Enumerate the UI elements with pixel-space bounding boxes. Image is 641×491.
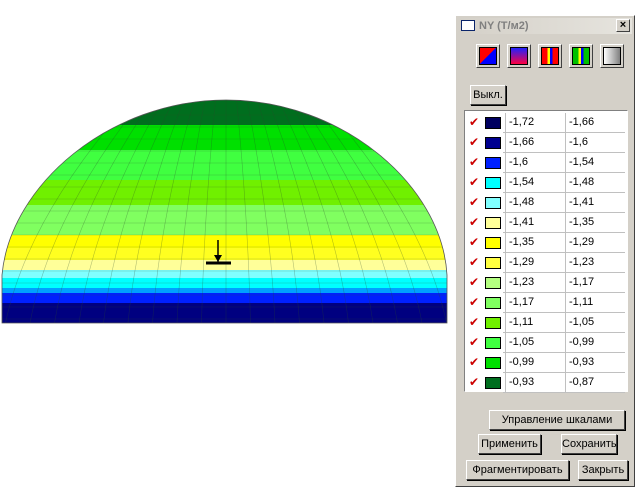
scheme-red-yellow-blue-icon	[541, 47, 559, 65]
legend-row[interactable]: ✔ -0,93 -0,87	[467, 373, 625, 393]
scheme-button-1[interactable]	[476, 44, 500, 68]
legend-row-divider	[503, 392, 625, 393]
legend-range-from[interactable]: -1,66	[505, 133, 565, 152]
scheme-grayscale-icon	[603, 47, 621, 65]
scale-control-button[interactable]: Управление шкалами	[489, 410, 625, 430]
legend-range-from[interactable]: -1,05	[505, 333, 565, 352]
scale-legend-window: NY (T/м2) × Выкл. ✔ -1,72 -1,66 ✔ -1,66 -1,6 ✔…	[455, 15, 635, 487]
legend-color-swatch[interactable]	[485, 157, 501, 169]
legend-color-swatch[interactable]	[485, 197, 501, 209]
scheme-red-blue-icon	[479, 47, 497, 65]
fragment-button[interactable]: Фрагментировать	[466, 460, 569, 480]
legend-range-to[interactable]: -1,41	[565, 193, 625, 212]
legend-color-swatch[interactable]	[485, 317, 501, 329]
legend-check-icon[interactable]: ✔	[469, 376, 480, 388]
scheme-button-5[interactable]	[600, 44, 624, 68]
legend-color-swatch[interactable]	[485, 297, 501, 309]
legend-check-icon[interactable]: ✔	[469, 196, 480, 208]
legend-check-icon[interactable]: ✔	[469, 356, 480, 368]
legend-color-swatch[interactable]	[485, 217, 501, 229]
legend-range-from[interactable]: -1,41	[505, 213, 565, 232]
legend-row[interactable]: ✔ -1,54 -1,48	[467, 173, 625, 193]
legend-range-from[interactable]: -1,23	[505, 273, 565, 292]
legend-range-to[interactable]: -1,48	[565, 173, 625, 192]
legend-check-icon[interactable]: ✔	[469, 136, 480, 148]
legend-color-swatch[interactable]	[485, 177, 501, 189]
window-titlebar[interactable]: NY (T/м2) ×	[458, 18, 632, 34]
legend-check-icon[interactable]: ✔	[469, 316, 480, 328]
legend-row[interactable]: ✔ -1,29 -1,23	[467, 253, 625, 273]
legend-range-from[interactable]: -1,54	[505, 173, 565, 192]
close-window-button[interactable]: ×	[616, 19, 630, 32]
legend-row[interactable]: ✔ -1,11 -1,05	[467, 313, 625, 333]
legend-row[interactable]: ✔ -1,23 -1,17	[467, 273, 625, 293]
scheme-green-yellow-blue-icon	[572, 47, 590, 65]
legend-range-from[interactable]: -0,99	[505, 353, 565, 372]
legend-range-from[interactable]: -1,11	[505, 313, 565, 332]
legend-range-to[interactable]: -1,05	[565, 313, 625, 332]
legend-row[interactable]: ✔ -1,17 -1,11	[467, 293, 625, 313]
legend-color-swatch[interactable]	[485, 237, 501, 249]
model-viewport[interactable]	[0, 0, 452, 491]
legend-range-from[interactable]: -0,93	[505, 373, 565, 392]
legend-row[interactable]: ✔ -1,66 -1,6	[467, 133, 625, 153]
legend-color-swatch[interactable]	[485, 257, 501, 269]
legend-color-swatch[interactable]	[485, 277, 501, 289]
save-button[interactable]: Сохранить	[561, 434, 617, 454]
apply-button[interactable]: Применить	[478, 434, 541, 454]
legend-row[interactable]: ✔ -1,72 -1,66	[467, 113, 625, 133]
legend-check-icon[interactable]: ✔	[469, 236, 480, 248]
legend-color-swatch[interactable]	[485, 137, 501, 149]
legend-check-icon[interactable]: ✔	[469, 176, 480, 188]
scheme-blue-red-icon	[510, 47, 528, 65]
legend-color-swatch[interactable]	[485, 377, 501, 389]
legend-range-to[interactable]: -1,23	[565, 253, 625, 272]
legend-range-from[interactable]: -1,17	[505, 293, 565, 312]
legend-range-to[interactable]: -1,66	[565, 113, 625, 132]
window-title: NY (T/м2)	[479, 20, 529, 32]
legend-range-to[interactable]: -0,99	[565, 333, 625, 352]
legend-row[interactable]: ✔ -1,48 -1,41	[467, 193, 625, 213]
legend-color-swatch[interactable]	[485, 337, 501, 349]
scheme-button-3[interactable]	[538, 44, 562, 68]
legend-check-icon[interactable]: ✔	[469, 116, 480, 128]
close-button[interactable]: Закрыть	[578, 460, 628, 480]
legend-range-from[interactable]: -1,6	[505, 153, 565, 172]
legend-row[interactable]: ✔ -1,6 -1,54	[467, 153, 625, 173]
legend-range-to[interactable]: -1,35	[565, 213, 625, 232]
scheme-button-4[interactable]	[569, 44, 593, 68]
legend-check-icon[interactable]: ✔	[469, 296, 480, 308]
legend-range-from[interactable]: -1,29	[505, 253, 565, 272]
legend-row[interactable]: ✔ -1,05 -0,99	[467, 333, 625, 353]
legend-range-to[interactable]: -1,54	[565, 153, 625, 172]
legend-check-icon[interactable]: ✔	[469, 216, 480, 228]
scheme-button-2[interactable]	[507, 44, 531, 68]
legend-range-from[interactable]: -1,72	[505, 113, 565, 132]
legend-color-swatch[interactable]	[485, 357, 501, 369]
legend-row[interactable]: ✔ -1,35 -1,29	[467, 233, 625, 253]
legend-check-icon[interactable]: ✔	[469, 336, 480, 348]
off-button[interactable]: Выкл.	[470, 85, 506, 105]
legend-color-swatch[interactable]	[485, 117, 501, 129]
legend-check-icon[interactable]: ✔	[469, 256, 480, 268]
legend-check-icon[interactable]: ✔	[469, 276, 480, 288]
legend-row[interactable]: ✔ -1,41 -1,35	[467, 213, 625, 233]
legend-check-icon[interactable]: ✔	[469, 156, 480, 168]
dome-contour-plot	[1, 99, 448, 324]
legend-range-to[interactable]: -1,11	[565, 293, 625, 312]
legend-range-to[interactable]: -1,17	[565, 273, 625, 292]
legend-range-from[interactable]: -1,48	[505, 193, 565, 212]
legend-range-from[interactable]: -1,35	[505, 233, 565, 252]
window-icon	[461, 20, 475, 31]
legend-range-to[interactable]: -0,93	[565, 353, 625, 372]
legend-range-to[interactable]: -1,6	[565, 133, 625, 152]
legend-range-to[interactable]: -1,29	[565, 233, 625, 252]
legend-row[interactable]: ✔ -0,99 -0,93	[467, 353, 625, 373]
legend-range-to[interactable]: -0,87	[565, 373, 625, 392]
legend-list: ✔ -1,72 -1,66 ✔ -1,66 -1,6 ✔ -1,6 -1,54 ✔ -1,54 -1,…	[464, 110, 628, 393]
